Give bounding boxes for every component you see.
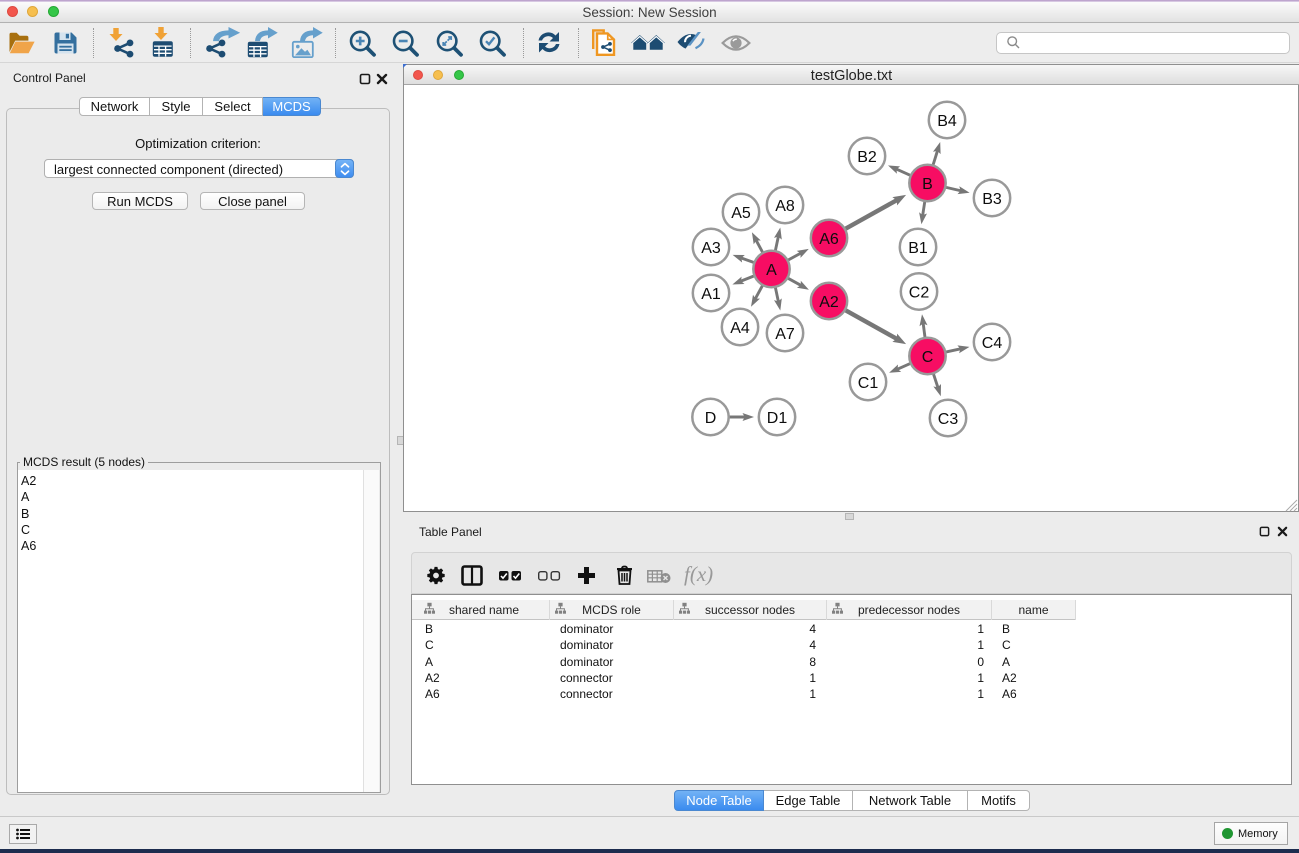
svg-text:B: B [922,176,933,193]
svg-text:C3: C3 [938,411,959,428]
svg-text:D1: D1 [767,410,788,427]
svg-text:A3: A3 [701,240,721,257]
svg-text:B4: B4 [937,113,957,130]
svg-text:B2: B2 [857,149,877,166]
svg-text:A2: A2 [819,294,839,311]
svg-text:C: C [922,349,934,366]
svg-text:A8: A8 [775,198,795,215]
svg-text:A6: A6 [819,231,839,248]
svg-text:B1: B1 [908,240,928,257]
svg-text:A4: A4 [730,320,750,337]
svg-text:C2: C2 [909,284,930,301]
svg-text:C1: C1 [858,375,879,392]
svg-text:A5: A5 [731,205,751,222]
svg-text:B3: B3 [982,191,1002,208]
svg-text:A1: A1 [701,286,721,303]
svg-text:A7: A7 [775,326,795,343]
svg-text:C4: C4 [982,335,1003,352]
svg-text:A: A [766,262,777,279]
svg-text:D: D [705,410,717,427]
